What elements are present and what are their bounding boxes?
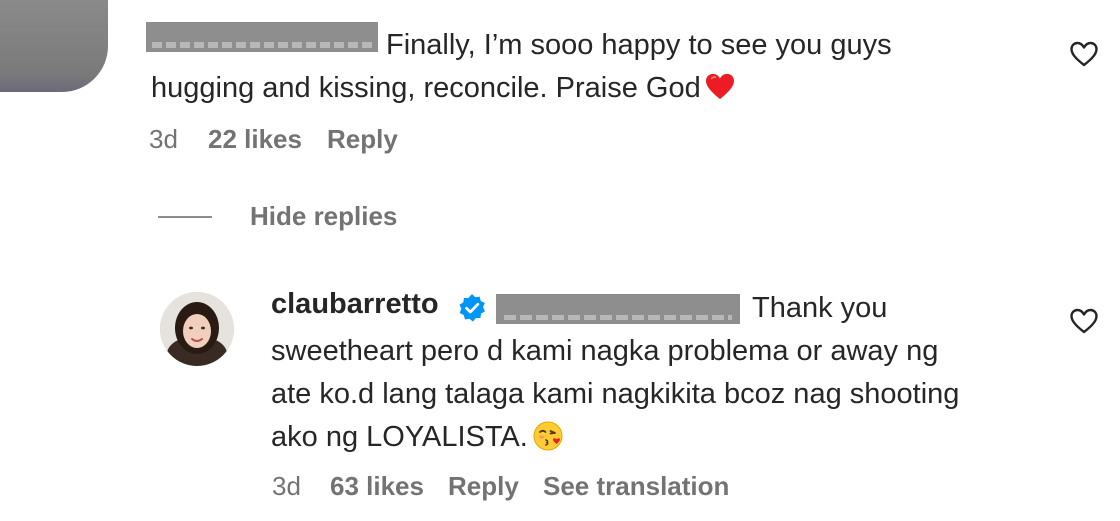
hide-replies-button[interactable]: Hide replies — [250, 201, 397, 232]
reply-timestamp[interactable]: 3d — [272, 471, 301, 502]
reply-username[interactable]: claubarretto — [271, 288, 439, 321]
avatar[interactable] — [0, 0, 108, 92]
comment-text-continued: hugging and kissing, reconcile. Praise G… — [151, 67, 735, 110]
reply-text-line-3: ate ko.d lang talaga kami nagkikita bcoz… — [271, 378, 960, 410]
verified-badge-icon — [459, 294, 485, 322]
redacted-mention — [496, 294, 740, 324]
reply-text-continued: sweetheart pero d kami nagka problema or… — [271, 330, 938, 373]
reply-text: Thank you — [752, 287, 887, 330]
heart-outline-icon[interactable] — [1069, 40, 1099, 68]
heart-outline-icon[interactable] — [1069, 307, 1099, 335]
comment-text-line-2: hugging and kissing, reconcile. Praise G… — [151, 72, 701, 104]
comment-timestamp[interactable]: 3d — [149, 124, 178, 155]
reply-avatar[interactable] — [160, 292, 234, 366]
reply-text-line-4: ako ng LOYALISTA. — [271, 421, 528, 453]
comment-text-line-1: Finally, I’m sooo happy to see you guys — [386, 29, 892, 61]
reply-button[interactable]: Reply — [327, 124, 398, 155]
reply-text-continued: ate ko.d lang talaga kami nagkikita bcoz… — [271, 373, 959, 416]
red-heart-emoji-icon — [705, 73, 734, 100]
see-translation-button[interactable]: See translation — [543, 471, 729, 502]
reply-text-continued: ako ng LOYALISTA. — [271, 416, 564, 459]
replies-divider — [158, 216, 212, 218]
reply-likes-count[interactable]: 63 likes — [330, 471, 424, 502]
reply-button[interactable]: Reply — [448, 471, 519, 502]
avatar-photo — [160, 292, 234, 366]
comment-text: Finally, I’m sooo happy to see you guys — [386, 24, 892, 67]
reply-text-line-1: Thank you — [752, 292, 888, 324]
redacted-username — [146, 22, 378, 52]
comment-likes-count[interactable]: 22 likes — [208, 124, 302, 155]
face-blowing-kiss-emoji-icon — [533, 421, 563, 451]
reply-text-line-2: sweetheart pero d kami nagka problema or… — [271, 335, 939, 367]
